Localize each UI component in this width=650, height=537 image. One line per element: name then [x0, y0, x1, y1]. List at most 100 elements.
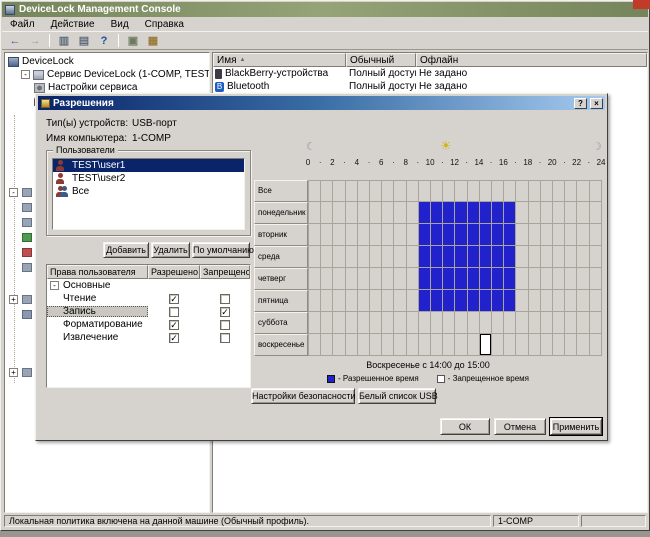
time-cell[interactable]	[516, 290, 528, 312]
time-cell[interactable]	[346, 290, 358, 312]
rights-row-3[interactable]: Извлечение✓	[47, 331, 250, 344]
time-cell[interactable]	[443, 246, 455, 268]
time-cell[interactable]	[455, 246, 467, 268]
time-cell[interactable]	[590, 202, 602, 224]
time-cell[interactable]	[577, 334, 589, 356]
time-cell[interactable]	[516, 246, 528, 268]
time-cell[interactable]	[382, 334, 394, 356]
time-cell[interactable]	[468, 312, 480, 334]
rights-row-0[interactable]: Чтение✓	[47, 292, 250, 305]
menu-item-view[interactable]: Вид	[103, 19, 137, 30]
time-cell[interactable]	[480, 334, 492, 356]
time-cell[interactable]	[492, 312, 504, 334]
time-cell[interactable]	[553, 246, 565, 268]
time-cell[interactable]	[480, 246, 492, 268]
time-cell[interactable]	[455, 202, 467, 224]
time-cell[interactable]	[455, 268, 467, 290]
list-item[interactable]: BBluetoothПолный доступНе задано	[213, 80, 647, 93]
time-cell[interactable]	[553, 224, 565, 246]
time-cell[interactable]	[529, 312, 541, 334]
time-cell[interactable]	[346, 246, 358, 268]
day-label[interactable]: Все	[254, 180, 308, 202]
time-cell[interactable]	[492, 224, 504, 246]
allowed-checkbox[interactable]	[169, 307, 179, 317]
time-cell[interactable]	[492, 334, 504, 356]
time-cell[interactable]	[358, 334, 370, 356]
time-cell[interactable]	[516, 312, 528, 334]
time-cell[interactable]	[529, 224, 541, 246]
denied-checkbox[interactable]	[220, 294, 230, 304]
time-cell[interactable]	[394, 290, 406, 312]
time-cell[interactable]	[382, 268, 394, 290]
time-cell[interactable]	[480, 224, 492, 246]
time-cell[interactable]	[590, 180, 602, 202]
expander-icon[interactable]: +	[9, 295, 18, 304]
denied-checkbox[interactable]	[220, 320, 230, 330]
back-icon[interactable]: ←	[6, 33, 24, 49]
time-cell[interactable]	[333, 290, 345, 312]
time-cell[interactable]	[577, 290, 589, 312]
tree-node-icon[interactable]	[22, 218, 32, 227]
time-cell[interactable]	[553, 312, 565, 334]
time-cell[interactable]	[333, 180, 345, 202]
time-cell[interactable]	[358, 290, 370, 312]
expander-icon[interactable]: -	[50, 281, 59, 290]
time-cell[interactable]	[382, 290, 394, 312]
time-cell[interactable]	[443, 224, 455, 246]
time-cell[interactable]	[419, 180, 431, 202]
time-cell[interactable]	[504, 312, 516, 334]
security-settings-button[interactable]: Настройки безопасности	[251, 388, 355, 404]
time-cell[interactable]	[590, 334, 602, 356]
time-cell[interactable]	[394, 334, 406, 356]
time-cell[interactable]	[394, 202, 406, 224]
time-cell[interactable]	[541, 180, 553, 202]
time-cell[interactable]	[541, 224, 553, 246]
time-cell[interactable]	[370, 268, 382, 290]
time-cell[interactable]	[492, 246, 504, 268]
show-console-tree-icon[interactable]: ▥	[55, 33, 73, 49]
time-cell[interactable]	[468, 290, 480, 312]
time-cell[interactable]	[309, 334, 321, 356]
time-cell[interactable]	[480, 268, 492, 290]
time-cell[interactable]	[333, 202, 345, 224]
time-cell[interactable]	[346, 180, 358, 202]
list-item[interactable]: BlackBerry-устройстваПолный доступНе зад…	[213, 67, 647, 80]
time-cell[interactable]	[492, 202, 504, 224]
user-item[interactable]: TEST\user1	[53, 159, 244, 172]
time-cell[interactable]	[565, 224, 577, 246]
allowed-checkbox[interactable]: ✓	[169, 333, 179, 343]
time-cell[interactable]	[529, 290, 541, 312]
time-cell[interactable]	[565, 312, 577, 334]
time-cell[interactable]	[419, 290, 431, 312]
time-cell[interactable]	[321, 268, 333, 290]
time-cell[interactable]	[370, 290, 382, 312]
time-cell[interactable]	[541, 202, 553, 224]
audit-log-icon[interactable]: ▦	[144, 33, 162, 49]
time-cell[interactable]	[309, 290, 321, 312]
time-cell[interactable]	[468, 268, 480, 290]
time-cell[interactable]	[577, 246, 589, 268]
time-cell[interactable]	[590, 224, 602, 246]
tree-node-icon[interactable]	[22, 368, 32, 377]
user-item[interactable]: TEST\user2	[53, 172, 244, 185]
time-cell[interactable]	[431, 334, 443, 356]
tree-node-icon[interactable]	[22, 263, 32, 272]
time-cell[interactable]	[443, 334, 455, 356]
time-cell[interactable]	[419, 268, 431, 290]
time-cell[interactable]	[431, 202, 443, 224]
time-cell[interactable]	[431, 268, 443, 290]
dialog-close-button[interactable]: ×	[590, 98, 603, 109]
time-cell[interactable]	[504, 224, 516, 246]
rights-column-0[interactable]: Права пользователя	[47, 265, 148, 279]
tree-node-icon[interactable]	[22, 310, 32, 319]
time-cell[interactable]	[553, 290, 565, 312]
time-cell[interactable]	[529, 334, 541, 356]
time-cell[interactable]	[455, 224, 467, 246]
apply-button[interactable]: Применить	[550, 418, 602, 435]
time-cell[interactable]	[407, 268, 419, 290]
tree-node-icon[interactable]	[22, 233, 32, 242]
day-label[interactable]: воскресенье	[254, 334, 308, 356]
time-cell[interactable]	[565, 334, 577, 356]
time-cell[interactable]	[468, 180, 480, 202]
time-cell[interactable]	[455, 312, 467, 334]
